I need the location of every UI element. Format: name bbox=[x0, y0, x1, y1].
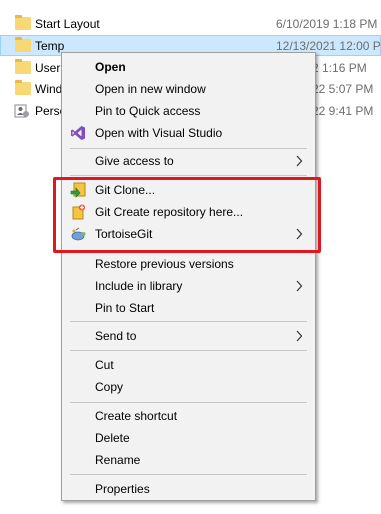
annotation-highlight-box bbox=[53, 177, 321, 253]
file-row-start-layout[interactable]: Start Layout 6/10/2019 1:18 PM bbox=[0, 13, 381, 34]
folder-icon bbox=[15, 37, 31, 52]
file-date: 22 5:07 PM bbox=[312, 82, 374, 96]
folder-icon bbox=[15, 80, 31, 95]
file-name: Wind bbox=[35, 82, 63, 96]
menu-item-properties[interactable]: Properties bbox=[62, 478, 315, 500]
folder-icon bbox=[15, 59, 31, 74]
file-date: 2 1:16 PM bbox=[312, 61, 367, 75]
menu-item-create-shortcut[interactable]: Create shortcut bbox=[62, 405, 315, 427]
menu-separator bbox=[70, 321, 307, 322]
menu-item-send-to[interactable]: Send to bbox=[62, 325, 315, 347]
menu-item-give-access[interactable]: Give access to bbox=[62, 150, 315, 172]
menu-separator bbox=[70, 350, 307, 351]
visual-studio-icon bbox=[70, 125, 86, 141]
menu-item-label: Open in new window bbox=[95, 82, 206, 96]
menu-item-open[interactable]: Open bbox=[62, 56, 315, 78]
menu-item-label: Open with Visual Studio bbox=[95, 126, 223, 140]
menu-item-label: Send to bbox=[95, 329, 137, 343]
menu-separator bbox=[70, 148, 307, 149]
menu-item-cut[interactable]: Cut bbox=[62, 354, 315, 376]
chevron-right-icon bbox=[295, 155, 303, 167]
menu-item-label: Cut bbox=[95, 358, 114, 372]
menu-item-open-new-window[interactable]: Open in new window bbox=[62, 78, 315, 100]
file-date: 12/13/2021 12:00 P bbox=[276, 39, 381, 53]
menu-item-label: Pin to Start bbox=[95, 301, 155, 315]
menu-item-label: Properties bbox=[95, 482, 150, 496]
menu-item-copy[interactable]: Copy bbox=[62, 376, 315, 398]
menu-item-label: Delete bbox=[95, 431, 130, 445]
menu-separator bbox=[70, 175, 307, 176]
context-menu: Open Open in new window Pin to Quick acc… bbox=[61, 52, 316, 501]
menu-item-restore-previous[interactable]: Restore previous versions bbox=[62, 253, 315, 275]
menu-item-label: Open bbox=[95, 60, 126, 74]
menu-item-label: Copy bbox=[95, 380, 124, 394]
file-name: Start Layout bbox=[35, 17, 100, 31]
chevron-right-icon bbox=[295, 330, 303, 342]
menu-item-delete[interactable]: Delete bbox=[62, 427, 315, 449]
menu-separator bbox=[70, 402, 307, 403]
menu-item-label: Include in library bbox=[95, 279, 183, 293]
menu-separator bbox=[70, 474, 307, 475]
menu-item-open-visual-studio[interactable]: Open with Visual Studio bbox=[62, 122, 315, 144]
chevron-right-icon bbox=[295, 280, 303, 292]
menu-item-pin-quick-access[interactable]: Pin to Quick access bbox=[62, 100, 315, 122]
menu-item-pin-to-start[interactable]: Pin to Start bbox=[62, 297, 315, 319]
file-date: 22 9:41 PM bbox=[312, 104, 374, 118]
person-settings-icon bbox=[14, 103, 30, 118]
menu-item-label: Create shortcut bbox=[95, 409, 178, 423]
file-name: Temp bbox=[35, 39, 65, 53]
menu-item-label: Rename bbox=[95, 453, 141, 467]
folder-icon bbox=[15, 15, 31, 30]
menu-item-label: Pin to Quick access bbox=[95, 104, 201, 118]
menu-item-label: Give access to bbox=[95, 154, 174, 168]
file-date: 6/10/2019 1:18 PM bbox=[276, 17, 378, 31]
menu-item-rename[interactable]: Rename bbox=[62, 449, 315, 471]
menu-item-include-library[interactable]: Include in library bbox=[62, 275, 315, 297]
menu-item-label: Restore previous versions bbox=[95, 257, 234, 271]
